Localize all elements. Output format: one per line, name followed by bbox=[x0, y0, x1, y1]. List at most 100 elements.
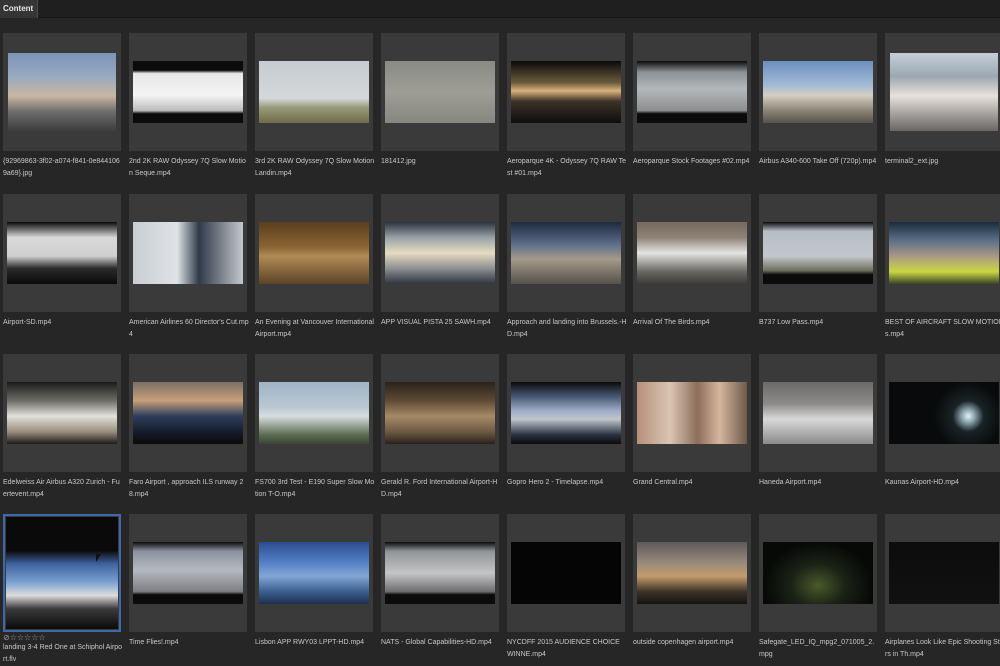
thumbnail-image bbox=[8, 53, 116, 131]
thumbnail-frame[interactable] bbox=[507, 194, 625, 312]
content-item[interactable]: Haneda Airport.mp4 bbox=[756, 346, 882, 506]
content-item[interactable]: 3rd 2K RAW Odyssey 7Q Slow Motion Landin… bbox=[252, 25, 378, 185]
item-caption: Edelweiss Air Airbus A320 Zurich - Fuert… bbox=[3, 479, 120, 498]
star-rating[interactable]: ⊘☆☆☆☆☆ bbox=[3, 633, 46, 642]
thumbnail-frame[interactable] bbox=[129, 33, 247, 151]
thumbnail-frame[interactable] bbox=[633, 354, 751, 472]
item-caption: Aeroparque 4K - Odyssey 7Q RAW Test #01.… bbox=[507, 158, 627, 177]
item-caption: Arrival Of The Birds.mp4 bbox=[633, 319, 710, 326]
thumbnail-frame[interactable] bbox=[381, 354, 499, 472]
thumbnail-image bbox=[133, 222, 243, 284]
thumbnail-image bbox=[259, 61, 369, 123]
thumbnail-image bbox=[385, 61, 495, 123]
item-caption: Grand Central.mp4 bbox=[633, 479, 693, 486]
content-item[interactable]: Safegate_LED_IQ_mpg2_071005_2.mpg bbox=[756, 506, 882, 666]
content-item[interactable]: 2nd 2K RAW Odyssey 7Q Slow Motion Seque.… bbox=[126, 25, 252, 185]
item-caption: Gopro Hero 2 - Timelapse.mp4 bbox=[507, 479, 604, 486]
thumbnail-frame[interactable] bbox=[129, 194, 247, 312]
item-caption: 2nd 2K RAW Odyssey 7Q Slow Motion Seque.… bbox=[129, 158, 246, 177]
thumbnail-frame[interactable] bbox=[507, 33, 625, 151]
thumbnail-image bbox=[259, 222, 369, 284]
thumbnail-image bbox=[511, 382, 621, 444]
thumbnail-frame[interactable] bbox=[381, 194, 499, 312]
thumbnail-image bbox=[133, 542, 243, 604]
thumbnail-frame[interactable] bbox=[3, 354, 121, 472]
content-item[interactable]: 181412.jpg bbox=[378, 25, 504, 185]
content-item[interactable]: American Airlines 60 Director's Cut.mp4 bbox=[126, 186, 252, 346]
item-caption: Faro Airport , approach ILS runway 28.mp… bbox=[129, 479, 244, 498]
content-item[interactable]: BEST OF AIRCRAFT SLOW MOTIONs.mp4 bbox=[882, 186, 1000, 346]
content-item[interactable]: An Evening at Vancouver International Ai… bbox=[252, 186, 378, 346]
thumbnail-image bbox=[637, 222, 747, 284]
content-item[interactable]: NATS - Global Capabilities-HD.mp4 bbox=[378, 506, 504, 666]
content-item[interactable]: APP VISUAL PISTA 25 SAWH.mp4 bbox=[378, 186, 504, 346]
content-item[interactable]: Airplanes Look Like Epic Shooting Stars … bbox=[882, 506, 1000, 666]
item-caption: FS700 3rd Test - E190 Super Slow Motion … bbox=[255, 479, 375, 498]
thumbnail-frame[interactable] bbox=[885, 354, 1000, 472]
item-caption: B737 Low Pass.mp4 bbox=[759, 319, 824, 326]
thumbnail-frame[interactable] bbox=[633, 33, 751, 151]
thumbnail-frame[interactable] bbox=[3, 514, 121, 632]
thumbnail-image bbox=[6, 517, 118, 629]
content-item[interactable]: FS700 3rd Test - E190 Super Slow Motion … bbox=[252, 346, 378, 506]
thumbnail-image bbox=[7, 222, 117, 284]
thumbnail-frame[interactable] bbox=[885, 194, 1000, 312]
content-item[interactable]: Time Flies!.mp4 bbox=[126, 506, 252, 666]
thumbnail-frame[interactable] bbox=[381, 514, 499, 632]
content-item[interactable]: Aeroparque Stock Footages #02.mp4 bbox=[630, 25, 756, 185]
thumbnail-frame[interactable] bbox=[129, 354, 247, 472]
content-item[interactable]: Approach and landing into Brussels.-HD.m… bbox=[504, 186, 630, 346]
thumbnail-frame[interactable] bbox=[507, 354, 625, 472]
thumbnail-frame[interactable] bbox=[255, 354, 373, 472]
thumbnail-frame[interactable] bbox=[255, 33, 373, 151]
thumbnail-frame[interactable] bbox=[759, 354, 877, 472]
thumbnail-frame[interactable] bbox=[3, 33, 121, 151]
thumbnail-frame[interactable] bbox=[633, 194, 751, 312]
thumbnail-frame[interactable] bbox=[129, 514, 247, 632]
thumbnail-image bbox=[259, 382, 369, 444]
content-item[interactable]: Arrival Of The Birds.mp4 bbox=[630, 186, 756, 346]
item-caption: NYCDFF 2015 AUDIENCE CHOICE WINNE.mp4 bbox=[507, 639, 620, 658]
content-item[interactable]: Airport-SD.mp4 bbox=[0, 186, 126, 346]
thumbnail-image bbox=[511, 61, 621, 123]
thumbnail-frame[interactable] bbox=[885, 514, 1000, 632]
content-item[interactable]: Aeroparque 4K - Odyssey 7Q RAW Test #01.… bbox=[504, 25, 630, 185]
item-caption: landing 3-4 Red One at Schiphol Airport.… bbox=[3, 644, 123, 663]
content-item[interactable]: NYCDFF 2015 AUDIENCE CHOICE WINNE.mp4 bbox=[504, 506, 630, 666]
content-item[interactable]: {92969863-3f02-a074-f841-0e8441069a69}.j… bbox=[0, 25, 126, 185]
content-item[interactable]: Kaunas Airport-HD.mp4 bbox=[882, 346, 1000, 506]
item-caption: Airplanes Look Like Epic Shooting Stars … bbox=[885, 639, 1000, 658]
content-item[interactable]: Gopro Hero 2 - Timelapse.mp4 bbox=[504, 346, 630, 506]
thumbnail-frame[interactable] bbox=[381, 33, 499, 151]
content-item[interactable]: Lisbon APP RWY03 LPPT-HD.mp4 bbox=[252, 506, 378, 666]
thumbnail-frame[interactable] bbox=[759, 194, 877, 312]
thumbnail-frame[interactable] bbox=[633, 514, 751, 632]
item-caption: 3rd 2K RAW Odyssey 7Q Slow Motion Landin… bbox=[255, 158, 375, 177]
thumbnail-frame[interactable] bbox=[885, 33, 1000, 151]
item-caption: Haneda Airport.mp4 bbox=[759, 479, 822, 486]
thumbnail-image bbox=[259, 542, 369, 604]
tab-content[interactable]: Content bbox=[0, 0, 38, 18]
content-item[interactable]: terminal2_ext.jpg bbox=[882, 25, 1000, 185]
content-item[interactable]: Faro Airport , approach ILS runway 28.mp… bbox=[126, 346, 252, 506]
content-item[interactable]: outside copenhagen airport.mp4 bbox=[630, 506, 756, 666]
content-item[interactable]: Gerald R. Ford International Airport-HD.… bbox=[378, 346, 504, 506]
content-item[interactable]: Grand Central.mp4 bbox=[630, 346, 756, 506]
thumbnail-frame[interactable] bbox=[759, 514, 877, 632]
tab-bar: Content bbox=[0, 0, 1000, 18]
thumbnail-frame[interactable] bbox=[3, 194, 121, 312]
content-item[interactable]: Airbus A340-600 Take Off (720p).mp4 bbox=[756, 25, 882, 185]
content-item[interactable]: B737 Low Pass.mp4 bbox=[756, 186, 882, 346]
item-caption: Gerald R. Ford International Airport-HD.… bbox=[381, 479, 498, 498]
thumbnail-image bbox=[385, 542, 495, 604]
thumbnail-image bbox=[385, 222, 495, 284]
content-item[interactable]: Edelweiss Air Airbus A320 Zurich - Fuert… bbox=[0, 346, 126, 506]
thumbnail-frame[interactable] bbox=[255, 194, 373, 312]
thumbnail-image bbox=[890, 53, 998, 131]
thumbnail-frame[interactable] bbox=[507, 514, 625, 632]
item-caption: outside copenhagen airport.mp4 bbox=[633, 639, 734, 646]
thumbnail-image bbox=[763, 542, 873, 604]
thumbnail-frame[interactable] bbox=[255, 514, 373, 632]
thumbnail-frame[interactable] bbox=[759, 33, 877, 151]
content-item[interactable]: ⊘☆☆☆☆☆ landing 3-4 Red One at Schiphol Ai… bbox=[0, 506, 126, 666]
